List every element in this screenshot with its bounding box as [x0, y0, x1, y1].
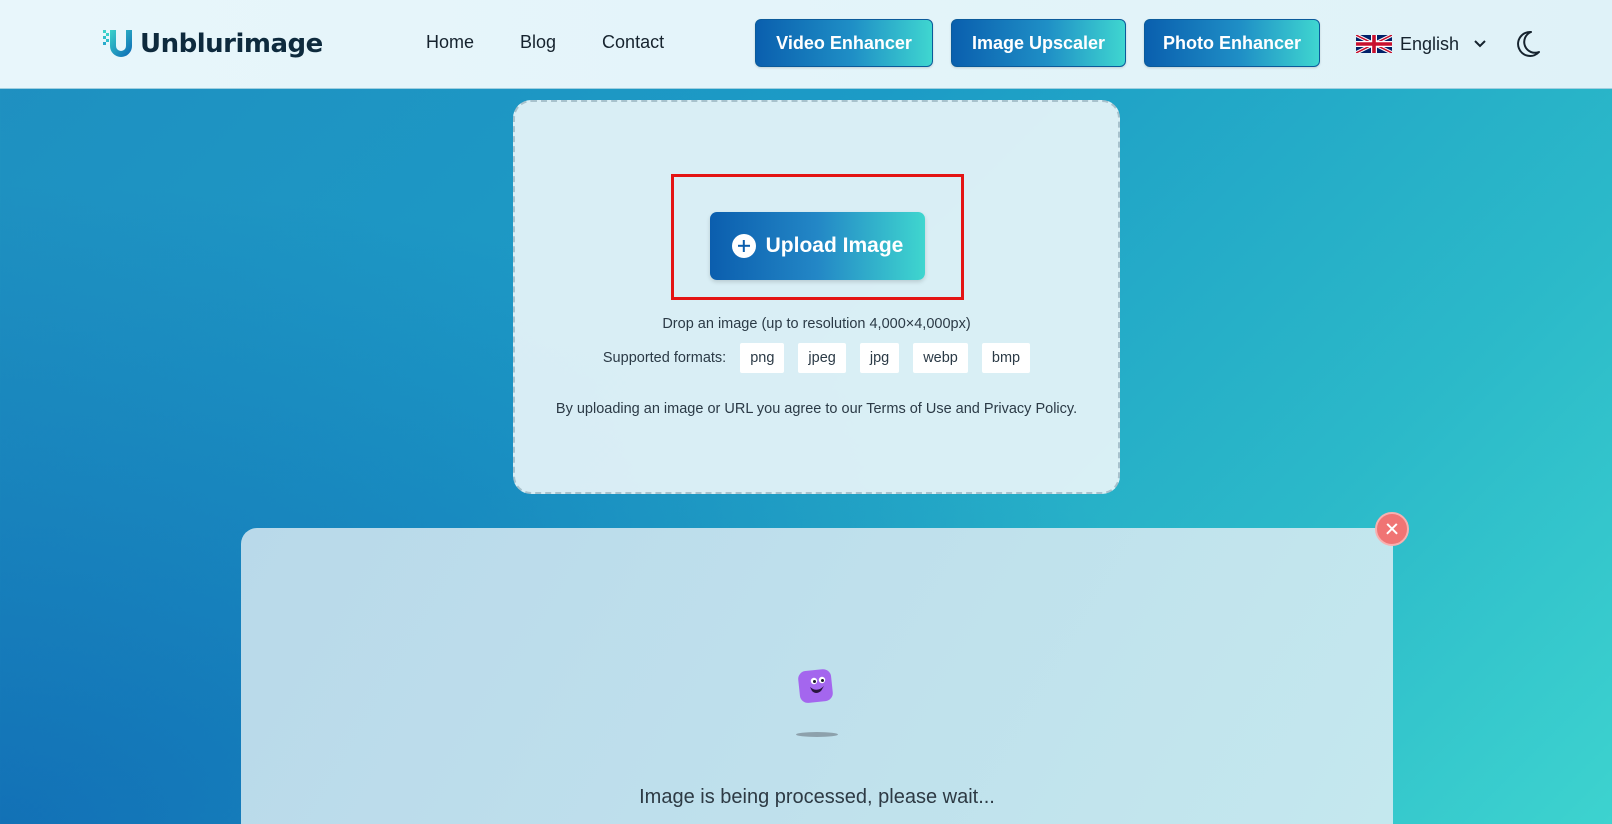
- format-chip-jpg: jpg: [859, 343, 900, 373]
- processing-panel: Image is being processed, please wait...: [241, 528, 1393, 824]
- chevron-down-icon: [1474, 40, 1486, 48]
- format-chip-bmp: bmp: [981, 343, 1031, 373]
- logo-icon: [103, 30, 132, 57]
- purple-creature-loader-icon: [798, 669, 833, 703]
- upload-button-label: Upload Image: [765, 234, 904, 257]
- nav-home[interactable]: Home: [426, 32, 474, 53]
- drop-instructions: Drop an image (up to resolution 4,000×4,…: [662, 316, 971, 332]
- site-header: Unblurimage Home Blog Contact Video Enha…: [0, 0, 1612, 89]
- logo-text: Unblurimage: [140, 29, 323, 59]
- close-icon[interactable]: [1375, 512, 1409, 546]
- moon-icon: [1517, 30, 1540, 57]
- upload-image-button[interactable]: Upload Image: [710, 212, 925, 280]
- terms-notice: By uploading an image or URL you agree t…: [555, 401, 1078, 417]
- theme-toggle-button[interactable]: [1515, 30, 1541, 58]
- uk-flag-icon: [1356, 35, 1392, 53]
- logo[interactable]: Unblurimage: [102, 24, 323, 64]
- format-chip-webp: webp: [913, 343, 968, 373]
- supported-formats: Supported formats: png jpeg jpg webp bmp: [515, 343, 1118, 373]
- nav-blog[interactable]: Blog: [520, 32, 556, 53]
- format-chip-jpeg: jpeg: [798, 343, 846, 373]
- main-nav: Home Blog Contact: [426, 32, 709, 53]
- processing-status: Image is being processed, please wait...: [639, 786, 995, 808]
- format-chip-png: png: [740, 343, 785, 373]
- language-label: English: [1400, 33, 1460, 54]
- formats-label: Supported formats:: [602, 350, 727, 366]
- upload-dropzone[interactable]: Upload Image Drop an image (up to resolu…: [513, 100, 1120, 494]
- image-upscaler-button[interactable]: Image Upscaler: [951, 19, 1126, 67]
- video-enhancer-button[interactable]: Video Enhancer: [755, 19, 933, 67]
- loader-shadow: [796, 732, 838, 737]
- language-selector[interactable]: English: [1356, 31, 1487, 57]
- plus-circle-icon: [731, 234, 756, 258]
- nav-contact[interactable]: Contact: [602, 32, 664, 53]
- photo-enhancer-button[interactable]: Photo Enhancer: [1144, 19, 1320, 67]
